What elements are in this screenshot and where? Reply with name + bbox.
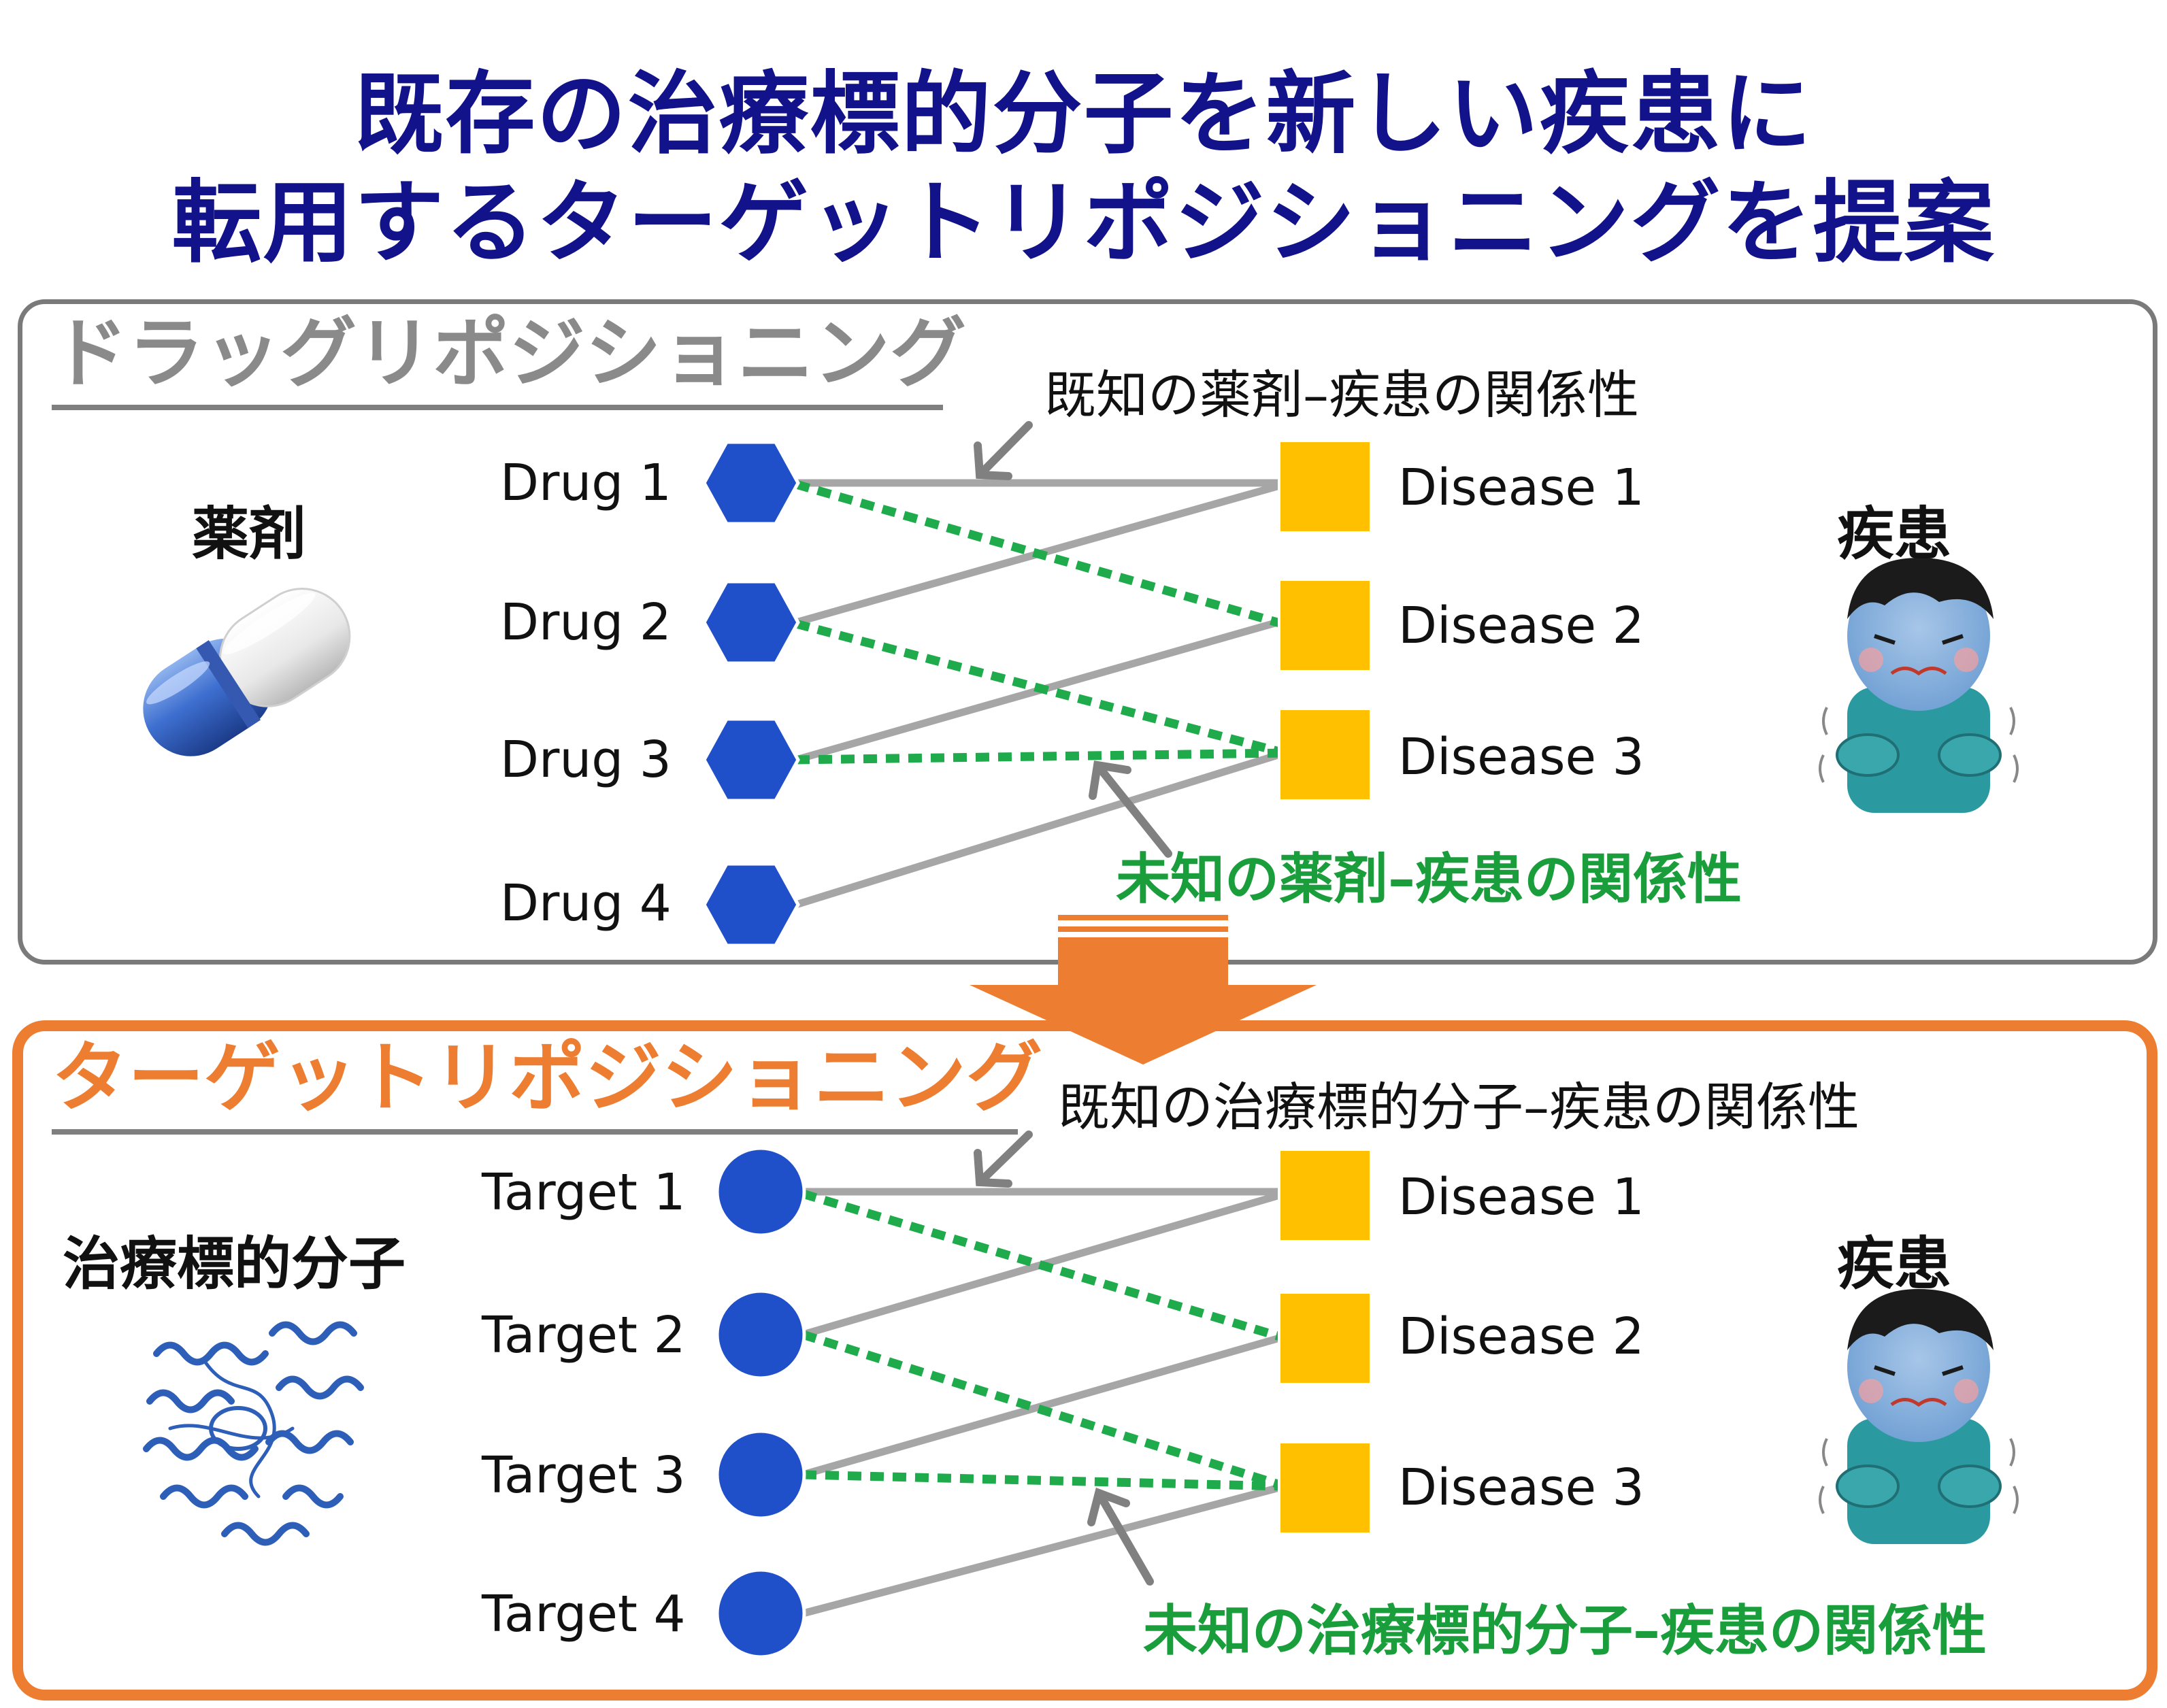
- disease-3-node-bottom: [1278, 1441, 1372, 1535]
- disease-2-node-bottom: [1278, 1291, 1372, 1386]
- target-nodes: [715, 1146, 806, 1659]
- disease-3-label-bottom: Disease 3: [1398, 1458, 1644, 1517]
- edge-drug3-disease3: [795, 748, 1285, 765]
- target-disease-nodes: [1278, 1148, 1372, 1535]
- drug-1-label: Drug 1: [500, 454, 672, 512]
- target-unknown-edges: [801, 1189, 1286, 1491]
- unknown-target-disease-label: 未知の治療標的分子–疾患の関係性: [1143, 1599, 1987, 1662]
- disease-1-label-top: Disease 1: [1398, 458, 1644, 517]
- drug-4-node: [702, 862, 800, 948]
- known-target-disease-label: 既知の治療標的分子–疾患の関係性: [1058, 1077, 1859, 1137]
- drug-known-edges: [795, 479, 1286, 909]
- edge-target4-disease3: [801, 1482, 1286, 1618]
- drug-category-label: 薬剤: [192, 501, 307, 567]
- sick-person-icon: [1819, 1289, 2019, 1544]
- known-pointer-arrow-top: [976, 421, 1033, 479]
- disease-category-label-top: 疾患: [1837, 501, 1952, 567]
- target-4-node: [715, 1568, 806, 1659]
- drug-3-label: Drug 3: [500, 731, 672, 789]
- target-known-edges: [801, 1188, 1286, 1618]
- edge-target3-disease3: [802, 1470, 1285, 1491]
- capsule-icon: [143, 588, 351, 756]
- disease-2-label-bottom: Disease 2: [1398, 1307, 1644, 1366]
- diagram-graphics: [143, 421, 2019, 1659]
- sick-person-icon: [1819, 558, 2019, 813]
- target-4-label: Target 4: [482, 1585, 686, 1643]
- known-pointer-arrow-bottom: [976, 1131, 1033, 1186]
- drug-2-label: Drug 2: [500, 593, 672, 652]
- drug-1-node: [702, 440, 800, 526]
- protein-structure-icon: [143, 1321, 364, 1546]
- target-3-label: Target 3: [482, 1446, 686, 1505]
- unknown-drug-disease-label: 未知の薬剤–疾患の関係性: [1116, 848, 1742, 911]
- target-3-node: [715, 1429, 806, 1520]
- disease-1-node-top: [1278, 439, 1372, 534]
- disease-2-node-top: [1278, 578, 1372, 673]
- drug-disease-nodes: [1278, 439, 1372, 802]
- target-1-label: Target 1: [482, 1163, 686, 1222]
- disease-3-label-top: Disease 3: [1398, 728, 1644, 786]
- known-drug-disease-label: 既知の薬剤–疾患の関係性: [1044, 365, 1639, 425]
- disease-category-label-bottom: 疾患: [1837, 1230, 1952, 1297]
- target-2-node: [715, 1289, 806, 1380]
- drug-3-node: [702, 717, 800, 803]
- drug-4-label: Drug 4: [500, 874, 672, 933]
- transition-arrow: [970, 915, 1317, 1065]
- drug-2-node: [702, 580, 800, 665]
- target-category-label: 治療標的分子: [63, 1230, 406, 1297]
- disease-2-label-top: Disease 2: [1398, 597, 1644, 655]
- target-2-label: Target 2: [482, 1306, 686, 1364]
- disease-1-label-bottom: Disease 1: [1398, 1168, 1644, 1226]
- disease-3-node-top: [1278, 707, 1372, 802]
- disease-1-node-bottom: [1278, 1148, 1372, 1243]
- target-1-node: [715, 1146, 806, 1237]
- drug-pointer-arrows: [974, 421, 1172, 858]
- target-pointer-arrows: [974, 1131, 1154, 1586]
- drug-unknown-edges: [795, 480, 1286, 765]
- drug-nodes: [702, 440, 800, 948]
